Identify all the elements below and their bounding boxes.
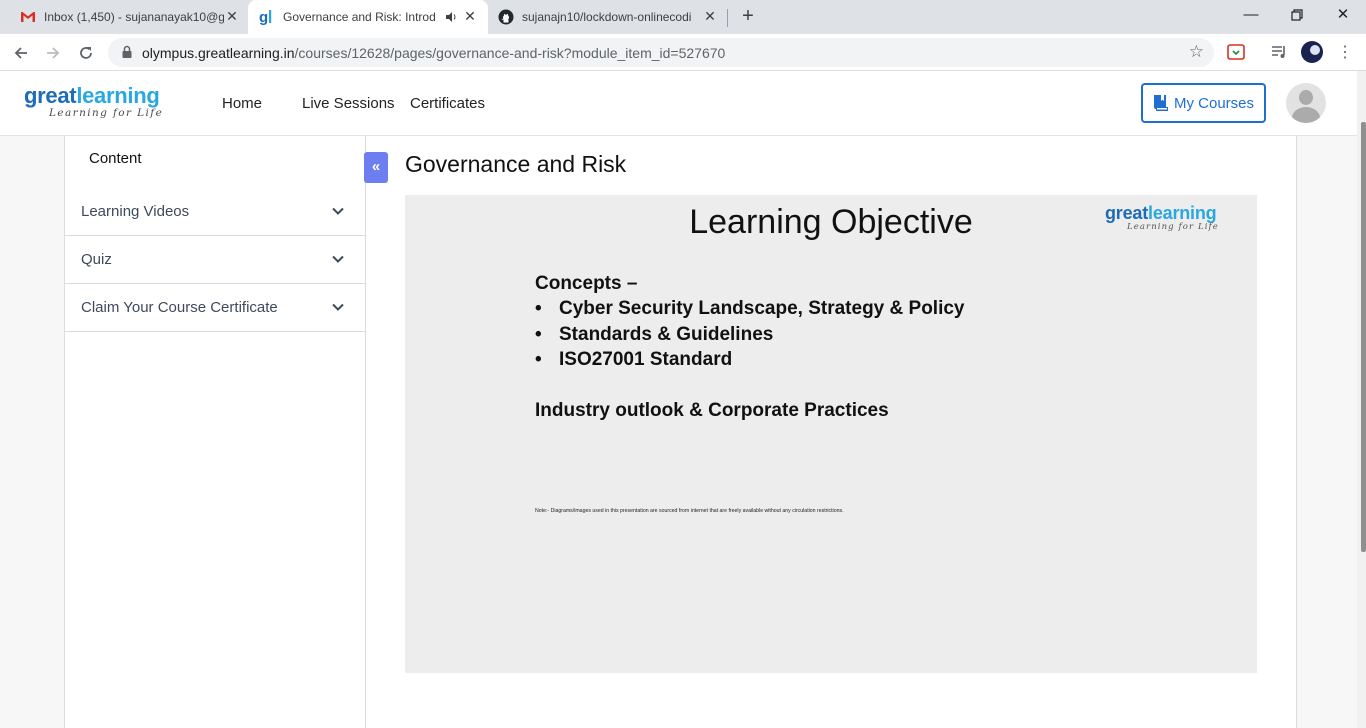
collapse-sidebar-button[interactable]: «	[364, 152, 388, 183]
lock-icon[interactable]	[120, 45, 134, 59]
restore-icon[interactable]	[1286, 4, 1308, 26]
url-path: /courses/12628/pages/governance-and-risk…	[294, 45, 726, 61]
logo-word-learning: learning	[76, 83, 160, 108]
user-avatar-icon[interactable]	[1286, 83, 1326, 123]
profile-avatar[interactable]	[1301, 41, 1323, 63]
slide-bullet-list: • Cyber Security Landscape, Strategy & Po…	[535, 298, 965, 375]
speaker-icon[interactable]	[445, 11, 457, 23]
url-host: olympus.greatlearning.in	[142, 45, 295, 61]
more-menu-icon[interactable]: ⋮	[1334, 42, 1356, 64]
book-icon	[1154, 95, 1168, 111]
sidebar-item-learning-videos[interactable]: Learning Videos	[65, 188, 365, 236]
slide-concepts-heading: Concepts –	[535, 273, 638, 294]
my-courses-label: My Courses	[1174, 95, 1255, 112]
sidebar-item-label: Claim Your Course Certificate	[81, 299, 278, 316]
media-controls-icon[interactable]	[1269, 42, 1289, 62]
bullet-glyph: •	[535, 298, 542, 319]
video-slide-player[interactable]: Learning Objective greatlearning Learnin…	[405, 195, 1257, 673]
svg-text:g: g	[259, 9, 268, 25]
slide-bullet: • ISO27001 Standard	[535, 349, 965, 375]
close-window-icon[interactable]: ✕	[1332, 4, 1354, 26]
content-sidebar: Content Learning Videos Quiz Claim Your …	[64, 136, 366, 728]
logo-word-great: great	[24, 83, 77, 108]
github-icon	[498, 9, 514, 25]
main-content: Governance and Risk Learning Objective g…	[366, 136, 1297, 728]
nav-live-sessions[interactable]: Live Sessions	[302, 95, 395, 112]
sidebar-item-claim-certificate[interactable]: Claim Your Course Certificate	[65, 284, 365, 332]
sidebar-item-label: Learning Videos	[81, 203, 190, 220]
bullet-text: ISO27001 Standard	[559, 349, 733, 370]
greatlearning-icon: g	[259, 9, 272, 25]
extension-icon[interactable]	[1226, 42, 1246, 62]
slide-logo-word-great: great	[1105, 203, 1149, 223]
logo-tagline: Learning for Life	[49, 107, 164, 119]
tab-title: Governance and Risk: Introdu	[283, 10, 435, 24]
browser-tab-greatlearning[interactable]: g Governance and Risk: Introdu ✕	[248, 0, 488, 34]
chevron-down-icon[interactable]	[331, 252, 345, 266]
close-tab-icon[interactable]: ✕	[702, 8, 718, 24]
nav-certificates[interactable]: Certificates	[410, 95, 485, 112]
reload-icon[interactable]	[75, 42, 97, 64]
bullet-glyph: •	[535, 349, 542, 370]
page-title: Governance and Risk	[405, 151, 627, 177]
bullet-glyph: •	[535, 323, 542, 345]
page-scrollbar-thumb[interactable]	[1361, 122, 1366, 552]
slide-bullet: • Cyber Security Landscape, Strategy & Po…	[535, 298, 965, 324]
slide-outlook: Industry outlook & Corporate Practices	[535, 400, 889, 421]
browser-tab-gmail[interactable]: Inbox (1,450) - sujananayak10@g ✕	[0, 0, 248, 34]
chevron-down-icon[interactable]	[331, 300, 345, 314]
url-text: olympus.greatlearning.in/courses/12628/p…	[142, 45, 725, 61]
chevron-down-icon[interactable]	[331, 204, 345, 218]
browser-tab-github[interactable]: sujanajn10/lockdown-onlinecodi ✕	[488, 0, 728, 34]
forward-icon[interactable]	[42, 42, 64, 64]
tab-title: Inbox (1,450) - sujananayak10@g	[44, 10, 224, 24]
slide-logo-tagline: Learning for Life	[1127, 222, 1219, 232]
slide-note: Note:- Diagrams/images used in this pres…	[535, 508, 844, 514]
tab-title: sujanajn10/lockdown-onlinecodi	[522, 10, 692, 24]
slide-logo: greatlearning Learning for Life	[1105, 204, 1219, 232]
sidebar-item-quiz[interactable]: Quiz	[65, 236, 365, 284]
bullet-text: Standards & Guidelines	[559, 323, 774, 345]
address-bar[interactable]: olympus.greatlearning.in/courses/12628/p…	[108, 38, 1214, 67]
greatlearning-logo[interactable]: greatlearning Learning for Life	[24, 83, 164, 120]
slide-logo-word-learning: learning	[1148, 203, 1217, 223]
sidebar-item-label: Quiz	[81, 251, 112, 268]
close-tab-icon[interactable]: ✕	[462, 8, 478, 24]
bullet-text: Cyber Security Landscape, Strategy & Pol…	[559, 298, 965, 319]
minimize-icon[interactable]: —	[1240, 4, 1262, 26]
bookmark-star-icon[interactable]: ☆	[1189, 42, 1204, 62]
tab-separator	[727, 9, 728, 27]
browser-tab-strip: Inbox (1,450) - sujananayak10@g ✕ g Gove…	[0, 0, 1366, 34]
site-header: greatlearning Learning for Life Home Liv…	[0, 71, 1366, 136]
browser-toolbar: olympus.greatlearning.in/courses/12628/p…	[0, 34, 1366, 71]
sidebar-title: Content	[89, 150, 142, 167]
nav-home[interactable]: Home	[222, 95, 262, 112]
gmail-icon	[21, 12, 35, 22]
close-tab-icon[interactable]: ✕	[224, 8, 240, 24]
my-courses-button[interactable]: My Courses	[1141, 83, 1266, 123]
back-icon[interactable]	[10, 42, 32, 64]
new-tab-icon[interactable]: +	[738, 6, 758, 27]
slide-bullet: • Standards & Guidelines	[535, 324, 965, 350]
